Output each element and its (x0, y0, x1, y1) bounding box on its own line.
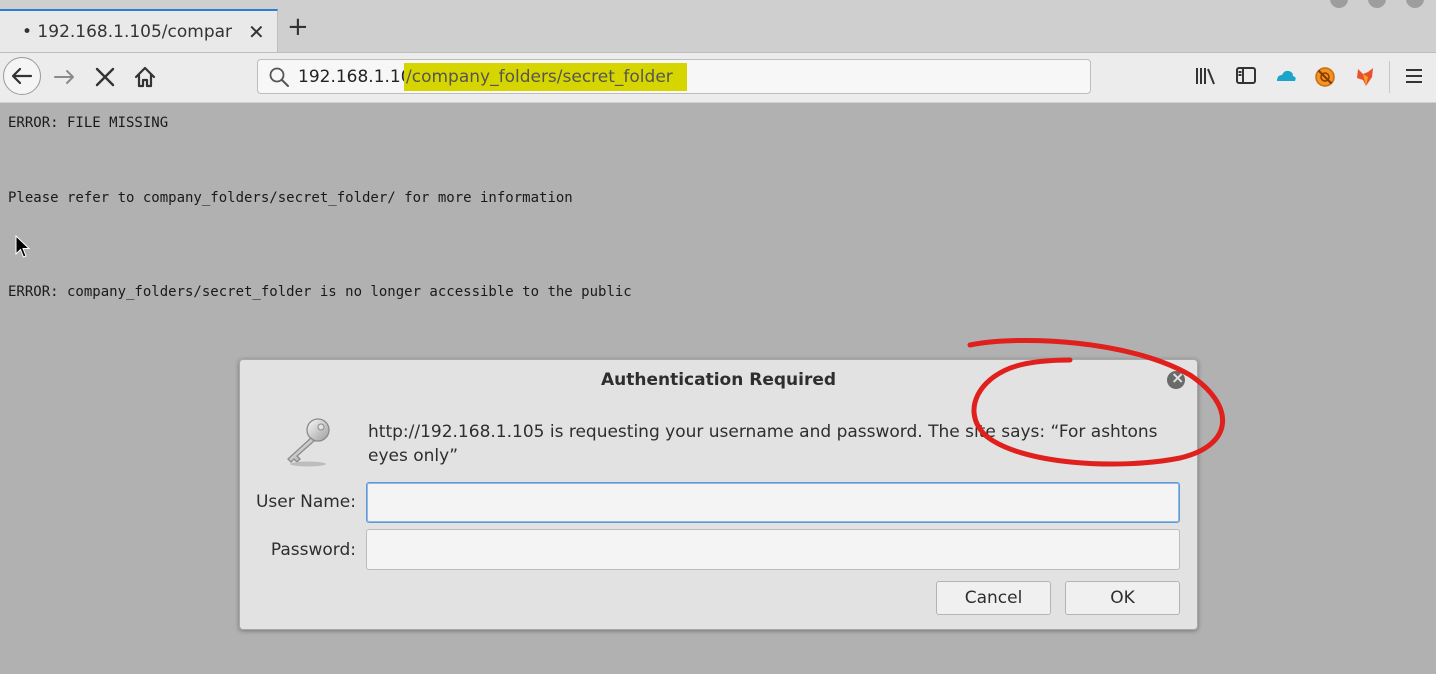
tab-title: • 192.168.1.105/company_ (22, 22, 232, 42)
window-close-button[interactable] (1406, 0, 1424, 8)
sidebar-icon[interactable] (1235, 66, 1257, 86)
window-minimize-button[interactable] (1330, 0, 1348, 8)
tab-strip: • 192.168.1.105/company_ ✕ + (0, 0, 1436, 53)
navigation-toolbar: 192.168.1.105 /company_folders/secret_fo… (0, 53, 1436, 103)
home-button[interactable] (132, 64, 158, 94)
new-tab-button[interactable]: + (287, 14, 309, 40)
stop-button[interactable] (93, 65, 117, 93)
cancel-button[interactable]: Cancel (936, 581, 1051, 615)
dialog-message: http://192.168.1.105 is requesting your … (368, 422, 1158, 466)
password-label: Password: (270, 540, 356, 560)
home-icon (134, 66, 156, 88)
blocked-icon[interactable] (1314, 66, 1336, 88)
username-label: User Name: (255, 492, 356, 512)
tab-close-icon[interactable]: ✕ (248, 20, 265, 44)
error-not-accessible-text: ERROR: company_folders/secret_folder is … (8, 284, 632, 300)
forward-arrow-icon (54, 70, 74, 84)
password-input[interactable] (366, 529, 1180, 570)
ok-button[interactable]: OK (1065, 581, 1180, 615)
forward-button[interactable] (52, 65, 78, 93)
dialog-title: Authentication Required (600, 370, 837, 390)
mouse-cursor-icon (15, 235, 31, 258)
back-arrow-icon (11, 67, 33, 85)
url-path-highlighted: /company_folders/secret_folder (404, 63, 687, 91)
refer-info-text: Please refer to company_folders/secret_f… (8, 190, 573, 206)
back-button[interactable] (3, 57, 41, 95)
cloud-icon[interactable] (1274, 66, 1298, 86)
toolbar-separator (1389, 61, 1390, 93)
tab-active[interactable]: • 192.168.1.105/company_ ✕ (0, 9, 278, 52)
menu-icon[interactable] (1404, 66, 1424, 86)
fox-icon[interactable] (1354, 66, 1376, 88)
library-icon[interactable] (1195, 66, 1217, 86)
username-input[interactable] (366, 482, 1180, 523)
window-maximize-button[interactable] (1368, 0, 1386, 8)
key-icon (287, 418, 330, 467)
search-icon (269, 67, 289, 87)
authentication-dialog: Authentication Required http://192.168.1… (239, 359, 1198, 630)
url-bar[interactable]: 192.168.1.105 /company_folders/secret_fo… (257, 59, 1091, 94)
stop-icon (95, 67, 115, 87)
close-icon[interactable] (1167, 368, 1185, 389)
error-file-missing-text: ERROR: FILE MISSING (8, 115, 169, 131)
